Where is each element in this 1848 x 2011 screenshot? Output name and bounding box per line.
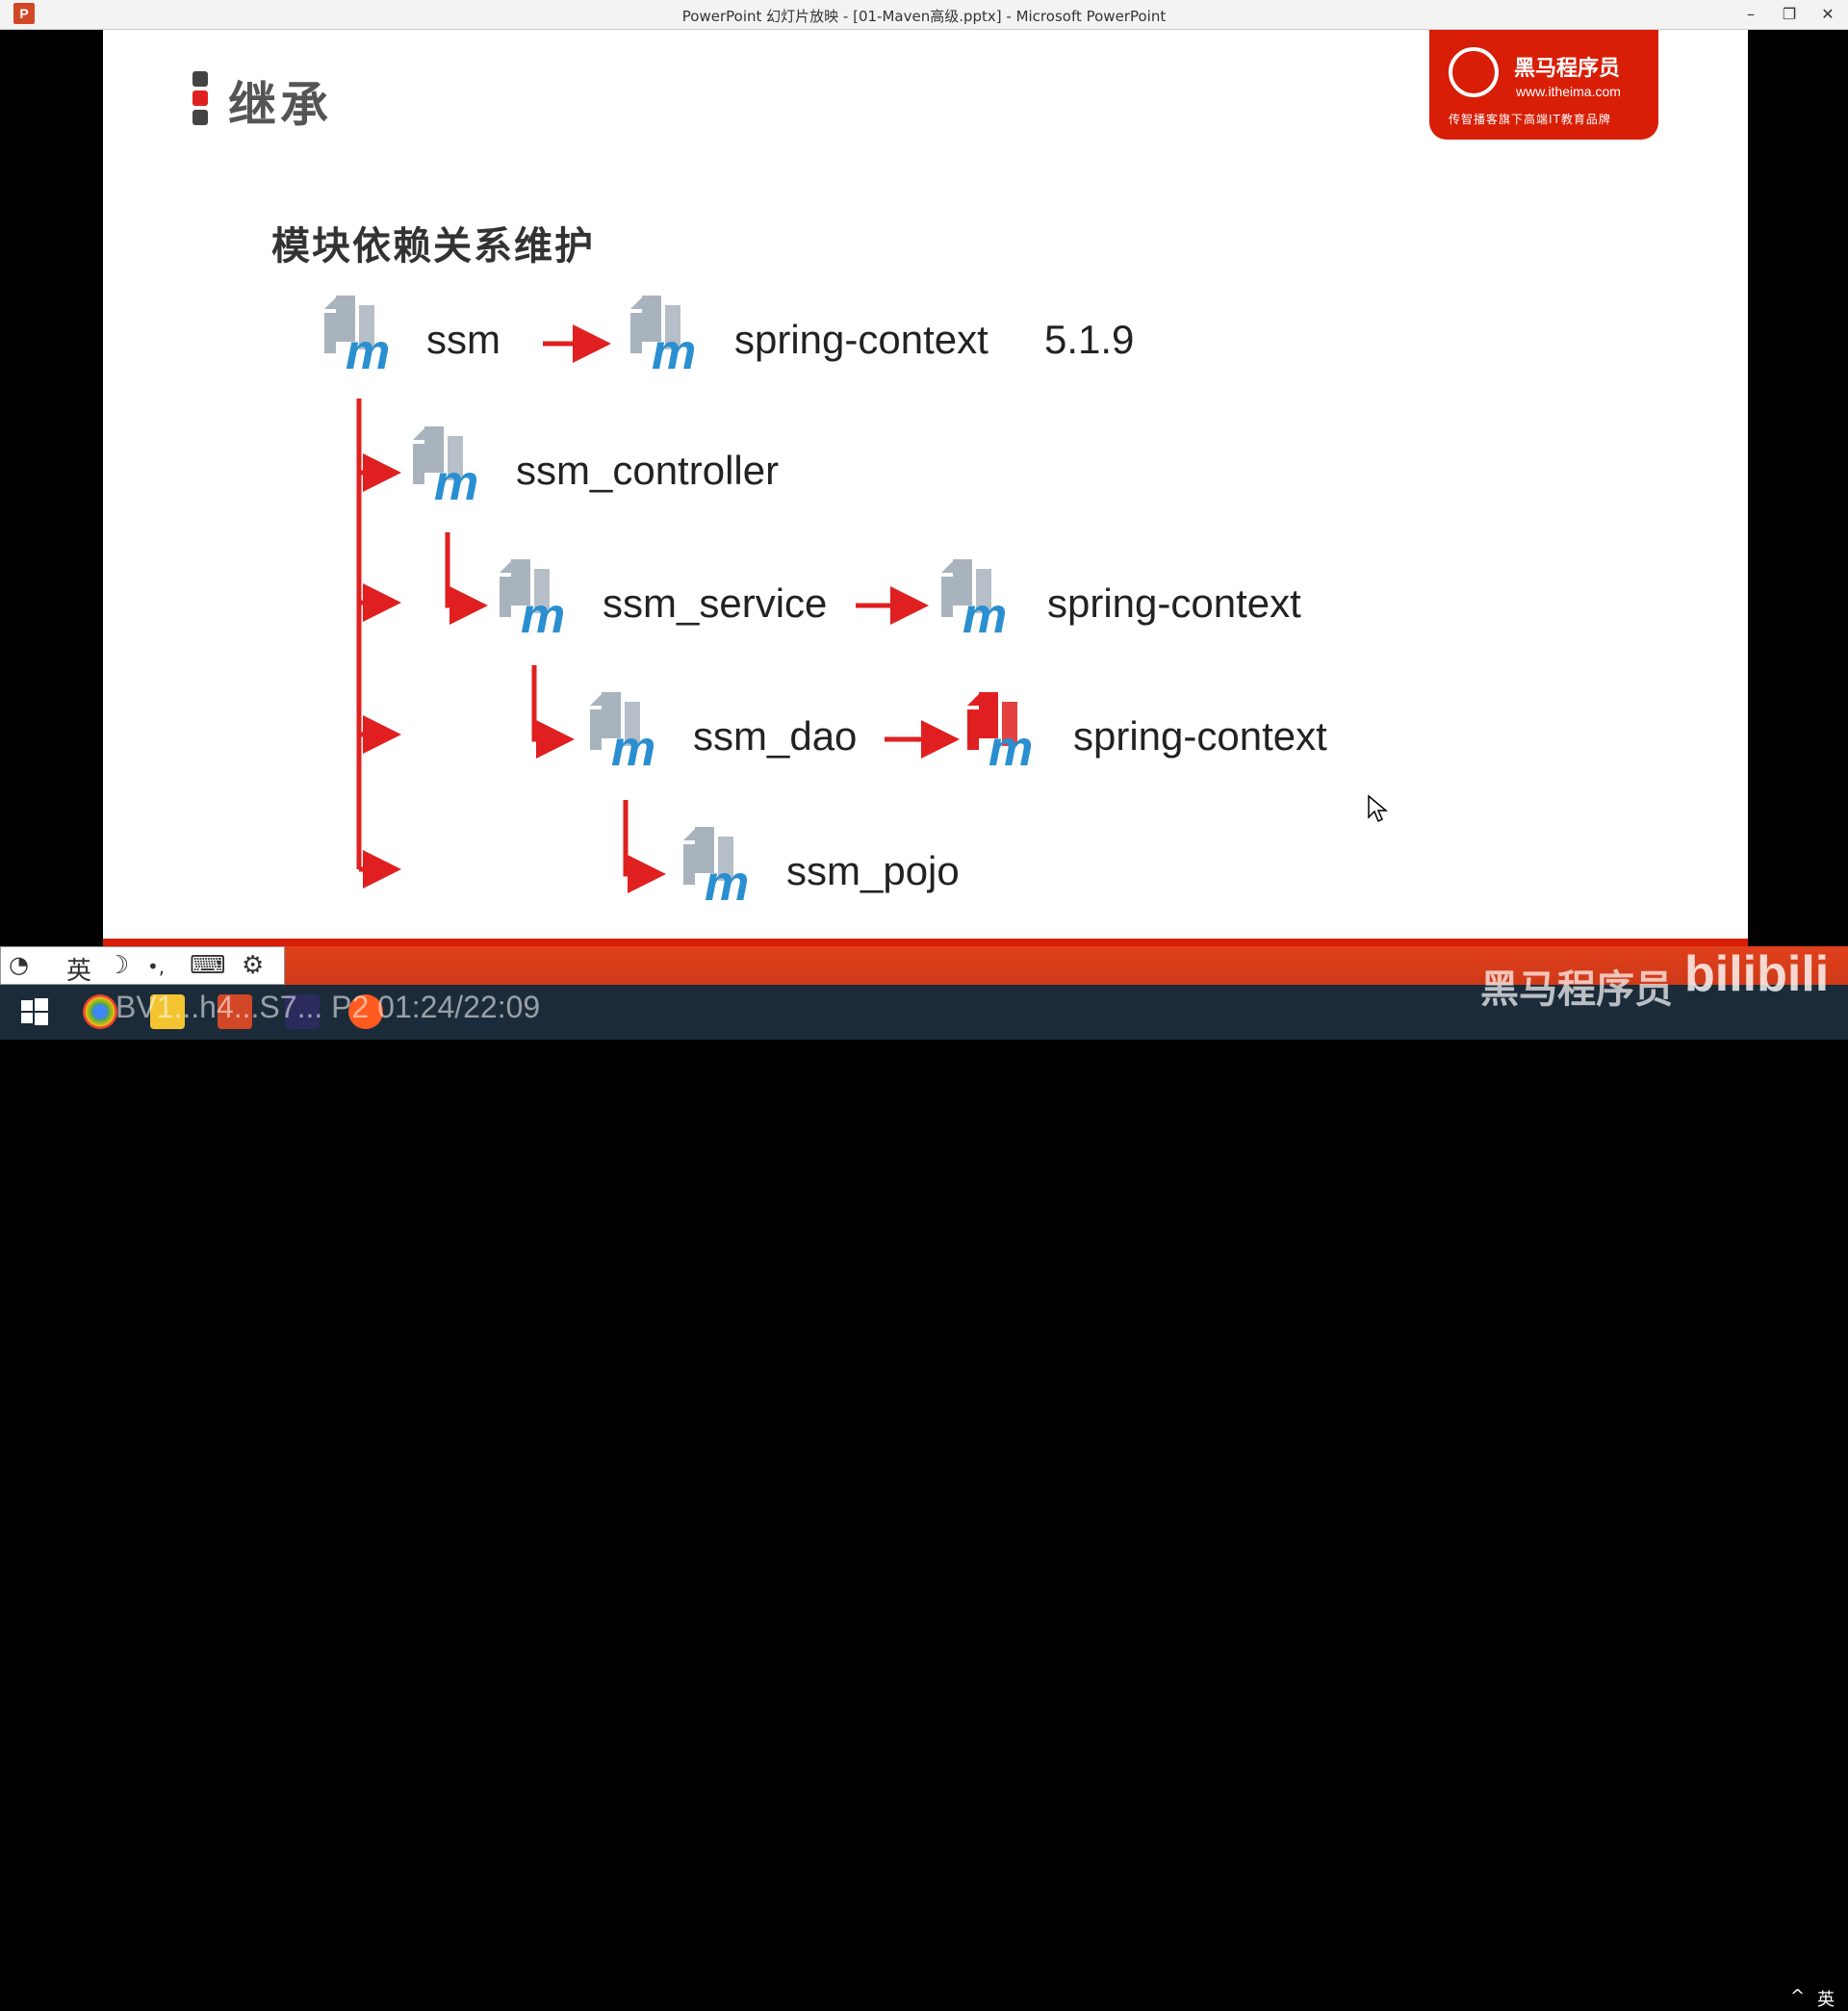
close-button[interactable]: ✕ [1812, 2, 1843, 27]
module-icons: m m m m m m m m [324, 296, 1033, 912]
minimize-button[interactable]: – [1735, 2, 1766, 27]
tray-lang[interactable]: 英 [1817, 1986, 1835, 2011]
maven-m-letter: m [705, 856, 749, 912]
ime-keyboard-icon[interactable]: ⌨ [190, 951, 226, 980]
itheima-watermark: 黑马程序员 [1480, 967, 1673, 1012]
bilibili-watermark: bilibili [1684, 946, 1830, 1002]
maven-ssm-icon: m [324, 296, 390, 380]
node-spring-context-service: spring-context [1047, 580, 1301, 626]
node-ssm-dao: ssm_dao [693, 713, 858, 759]
restore-button[interactable]: ❐ [1774, 2, 1805, 27]
maven-spring-context-service-icon: m [941, 559, 1007, 644]
maven-m-letter: m [962, 588, 1007, 644]
maven-m-letter: m [611, 721, 655, 777]
ime-punct-icon[interactable]: •, [147, 955, 165, 978]
maven-m-letter: m [434, 455, 478, 511]
ime-toolbar: ◔ 英 ☽ •, ⌨ ⚙ [0, 946, 285, 987]
maven-m-letter: m [346, 324, 390, 380]
mouse-cursor-icon [1368, 794, 1388, 823]
maven-spring-context-dao-icon: m [967, 692, 1033, 777]
tray-chevron-icon[interactable]: ^ [1790, 1986, 1805, 2006]
maven-controller-icon: m [413, 426, 478, 511]
maven-m-letter: m [988, 721, 1033, 777]
video-info-overlay: BV1...h4...S7... P2 01:24/22:09 [116, 990, 541, 1024]
node-spring-context-top: spring-context [734, 317, 988, 362]
maven-m-letter: m [652, 324, 696, 380]
maven-dao-icon: m [590, 692, 655, 777]
node-ssm: ssm [426, 317, 500, 362]
maven-m-letter: m [521, 588, 565, 644]
chrome-icon[interactable] [83, 994, 117, 1029]
node-ssm-service: ssm_service [603, 580, 828, 626]
node-ssm-pojo: ssm_pojo [786, 848, 960, 893]
ime-settings-icon[interactable]: ⚙ [242, 951, 264, 980]
node-spring-context-dao: spring-context [1073, 713, 1327, 759]
title-bar: P PowerPoint 幻灯片放映 - [01-Maven高级.pptx] -… [0, 0, 1848, 30]
ime-lang-toggle[interactable]: 英 [66, 951, 91, 987]
slide-footer-bar [103, 939, 1748, 946]
maven-pojo-icon: m [683, 827, 749, 912]
node-ssm-controller: ssm_controller [516, 448, 780, 493]
ime-moon-icon[interactable]: ☽ [107, 951, 129, 980]
slide: 继承 黑马程序员 www.itheima.com 传智播客旗下高端IT教育品牌 … [103, 30, 1748, 946]
windows-start-icon[interactable] [17, 994, 52, 1029]
node-version: 5.1.9 [1044, 317, 1135, 362]
maven-spring-context-top-icon: m [630, 296, 696, 380]
window-title: PowerPoint 幻灯片放映 - [01-Maven高级.pptx] - M… [681, 8, 1167, 25]
ime-logo-icon[interactable]: ◔ [9, 951, 29, 978]
maven-service-icon: m [500, 559, 565, 644]
